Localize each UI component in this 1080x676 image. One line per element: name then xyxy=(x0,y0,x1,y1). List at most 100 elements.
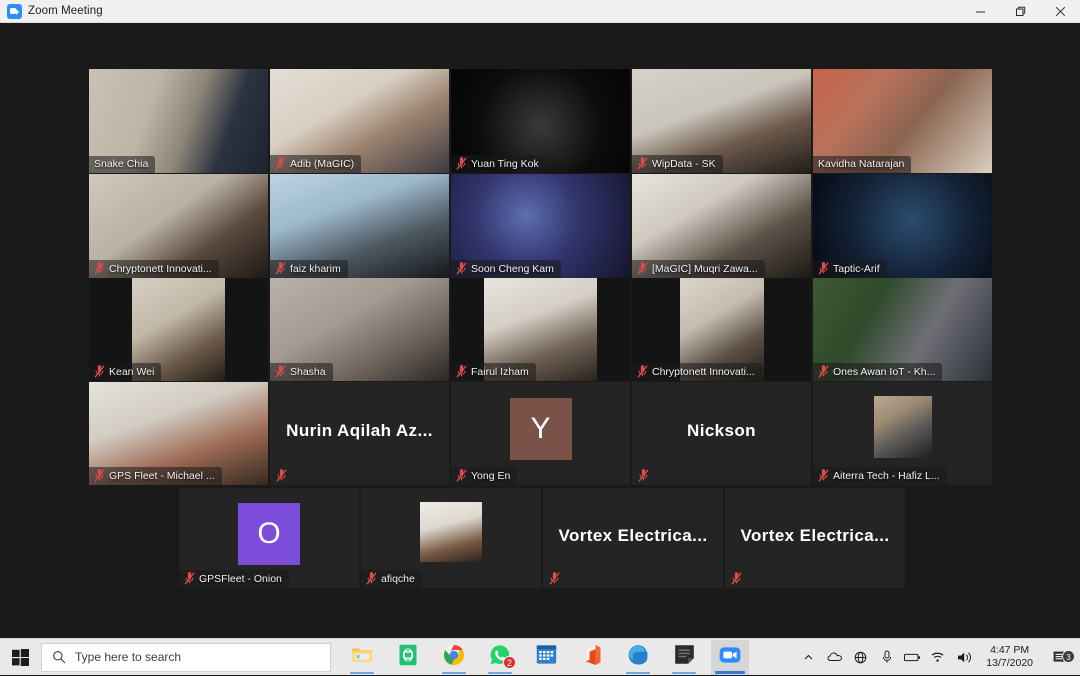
participant-name-label: Ones Awan IoT - Kh... xyxy=(833,365,936,378)
participant-name-label: [MaGIC] Muqri Zawa... xyxy=(652,262,758,275)
participant-name-label: Kavidha Natarajan xyxy=(818,158,905,170)
participant-name-bar: Ones Awan IoT - Kh... xyxy=(813,363,943,381)
participant-name-bar: Soon Cheng Kam xyxy=(451,260,561,278)
muted-microphone-icon xyxy=(818,469,829,482)
participant-name-label: Yong En xyxy=(471,469,511,482)
participant-tile[interactable]: Chryptonett Innovati... xyxy=(89,174,268,278)
participant-name-bar xyxy=(270,467,294,485)
wifi-icon[interactable] xyxy=(930,651,947,663)
muted-microphone-icon xyxy=(94,365,105,378)
participant-tile[interactable]: Kavidha Natarajan xyxy=(813,69,992,173)
participant-tile[interactable]: Yuan Ting Kok xyxy=(451,69,630,173)
running-indicator xyxy=(626,671,650,674)
globe-icon[interactable] xyxy=(852,651,869,664)
participant-tile[interactable]: O GPSFleet - Onion xyxy=(179,488,359,588)
restore-button[interactable] xyxy=(1000,0,1040,23)
taskbar-item-evernote[interactable] xyxy=(389,640,427,675)
participant-tile[interactable]: Nurin Aqilah Az... xyxy=(270,382,449,485)
participant-tile[interactable]: faiz kharim xyxy=(270,174,449,278)
taskbar-item-zoom[interactable] xyxy=(711,639,749,675)
participant-name-bar: Aiterra Tech - Hafiz L... xyxy=(813,467,947,485)
taskbar-item-office[interactable] xyxy=(573,640,611,675)
taskbar-item-edge[interactable] xyxy=(619,640,657,675)
taskbar-item-whatsapp[interactable]: 2 xyxy=(481,640,519,675)
participant-tile[interactable]: Vortex Electrica... xyxy=(725,488,905,588)
participant-tile[interactable]: Vortex Electrica... xyxy=(543,488,723,588)
participant-tile[interactable]: Snake Chia xyxy=(89,69,268,173)
taskbar-app-buttons: 2 xyxy=(335,639,749,676)
participant-tile[interactable]: Chryptonett Innovati... xyxy=(632,278,811,381)
window-title: Zoom Meeting xyxy=(28,5,103,17)
taskbar-item-file-explorer[interactable] xyxy=(343,640,381,675)
speaker-icon[interactable] xyxy=(956,651,973,664)
participant-name-label: Soon Cheng Kam xyxy=(471,262,554,275)
muted-microphone-icon xyxy=(184,572,195,585)
participant-tile[interactable]: Aiterra Tech - Hafiz L... xyxy=(813,382,992,485)
participant-tile[interactable]: Taptic-Arif xyxy=(813,174,992,278)
participant-tile[interactable]: Soon Cheng Kam xyxy=(451,174,630,278)
participant-tile[interactable]: WipData - SK xyxy=(632,69,811,173)
participant-name-label: WipData - SK xyxy=(652,157,716,170)
muted-microphone-icon xyxy=(275,262,286,275)
start-button[interactable] xyxy=(0,639,41,676)
taskbar-item-sticky-notes[interactable] xyxy=(665,640,703,675)
participant-tile[interactable]: Y Yong En xyxy=(451,382,630,485)
search-input[interactable]: Type here to search xyxy=(41,642,331,672)
participant-name-bar: GPS Fleet - Michael ... xyxy=(89,467,222,485)
muted-microphone-icon xyxy=(94,469,105,482)
muted-microphone-icon xyxy=(638,469,649,482)
participant-name-bar: Chryptonett Innovati... xyxy=(89,260,219,278)
participant-tile[interactable]: Shasha xyxy=(270,278,449,381)
muted-microphone-icon xyxy=(818,262,829,275)
muted-microphone-icon xyxy=(456,262,467,275)
muted-microphone-icon xyxy=(456,365,467,378)
chevron-up-icon[interactable] xyxy=(800,652,817,663)
gallery-view-grid: Snake Chia Adib (MaGIC) Yuan Ting Kok WipDa… xyxy=(0,23,1080,638)
taskbar-clock[interactable]: 4:47 PM 13/7/2020 xyxy=(982,644,1039,670)
meeting-stage: Snake Chia Adib (MaGIC) Yuan Ting Kok WipDa… xyxy=(0,23,1080,638)
microphone-icon[interactable] xyxy=(878,650,895,664)
taskbar-item-calendar[interactable] xyxy=(527,640,565,675)
action-center-icon[interactable]: 3 xyxy=(1048,649,1075,665)
participant-tile[interactable]: Kean Wei xyxy=(89,278,268,381)
participant-name-bar: GPSFleet - Onion xyxy=(179,570,289,588)
clock-time: 4:47 PM xyxy=(990,644,1030,656)
running-indicator xyxy=(350,671,374,674)
muted-microphone-icon xyxy=(366,572,377,585)
search-icon xyxy=(53,651,66,664)
running-indicator xyxy=(442,671,466,674)
muted-microphone-icon xyxy=(275,157,286,170)
muted-microphone-icon xyxy=(637,262,648,275)
minimize-button[interactable] xyxy=(960,0,1000,23)
file-explorer-icon xyxy=(351,645,373,670)
participant-tile[interactable]: Nickson xyxy=(632,382,811,485)
muted-microphone-icon xyxy=(818,365,829,378)
running-indicator xyxy=(715,671,745,674)
participant-name-label: GPS Fleet - Michael ... xyxy=(109,469,215,482)
participant-tile[interactable]: afiqche xyxy=(361,488,541,588)
system-tray: 4:47 PM 13/7/2020 3 xyxy=(800,639,1080,676)
participant-name-bar: Shasha xyxy=(270,363,333,381)
participant-name-bar xyxy=(632,467,656,485)
muted-microphone-icon xyxy=(456,469,467,482)
zoom-icon xyxy=(719,644,741,671)
participant-tile[interactable]: Fairul Izham xyxy=(451,278,630,381)
windows-logo-icon xyxy=(12,648,29,666)
participant-display-name: Nickson xyxy=(687,421,756,441)
close-button[interactable] xyxy=(1040,0,1080,23)
battery-icon[interactable] xyxy=(904,652,921,663)
taskbar-item-chrome[interactable] xyxy=(435,640,473,675)
participant-tile[interactable]: [MaGIC] Muqri Zawa... xyxy=(632,174,811,278)
running-indicator xyxy=(672,671,696,674)
participant-tile[interactable]: Ones Awan IoT - Kh... xyxy=(813,278,992,381)
evernote-icon xyxy=(398,644,418,671)
cloud-icon[interactable] xyxy=(826,651,843,663)
participant-name-label: Aiterra Tech - Hafiz L... xyxy=(833,469,940,482)
clock-date: 13/7/2020 xyxy=(986,657,1033,669)
participant-name-bar xyxy=(725,570,749,588)
participant-name-bar: Yong En xyxy=(451,467,518,485)
participant-tile[interactable]: GPS Fleet - Michael ... xyxy=(89,382,268,485)
participant-tile[interactable]: Adib (MaGIC) xyxy=(270,69,449,173)
participant-name-label: GPSFleet - Onion xyxy=(199,572,282,585)
participant-name-label: Snake Chia xyxy=(94,158,149,170)
